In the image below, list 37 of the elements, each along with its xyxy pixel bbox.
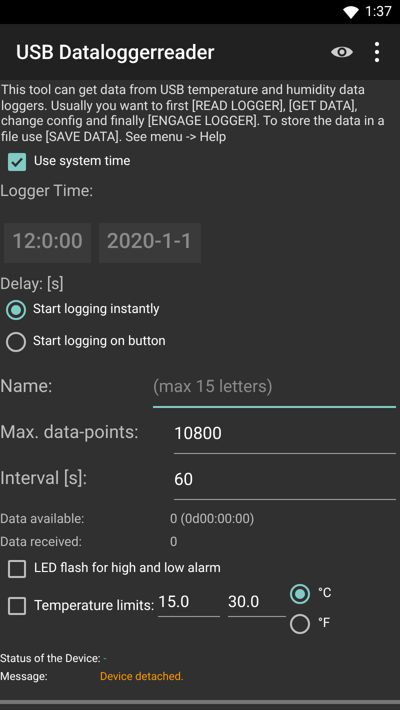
field-label: Max. data-points: [0, 421, 140, 445]
high-limit-field[interactable]: 30.0 [228, 590, 286, 617]
info-label: Data available: [0, 510, 86, 529]
checkbox-label: Temperature limits: [34, 596, 156, 616]
info-value: 0 (0d00:00:00) [170, 510, 254, 529]
text-field[interactable]: 60 [174, 468, 396, 500]
radio-label: Start logging on button [33, 333, 166, 352]
checkbox[interactable] [8, 560, 26, 578]
radio-button[interactable] [6, 300, 26, 320]
checkbox-label: Use system time [34, 153, 130, 172]
clock: 1:37 [365, 2, 392, 22]
text-field[interactable]: 10800 [174, 422, 396, 454]
section-label: Logger Time: [0, 180, 94, 201]
text-field[interactable]: (max 15 letters) [153, 374, 396, 408]
radio-button[interactable] [290, 614, 310, 634]
radio-button[interactable] [6, 332, 26, 352]
radio-label: Start logging instantly [33, 301, 160, 320]
radio-label: °F [318, 615, 330, 634]
section-label: Delay: [s] [0, 273, 65, 294]
checkbox-label: LED flash for high and low alarm [34, 560, 221, 578]
info-value: 0 [170, 534, 178, 552]
checkbox[interactable] [8, 597, 26, 615]
intro-text: This tool can get data from USB temperature and humidity data loggers. Usually you want to first [READ LOGGER], [GET DATA], change config and finally [ENGAGE LOGGER]. To store the data in a file use [SAVE DATA]. See menu -> Help [0, 83, 386, 145]
status-label: Status of the Device: [0, 650, 100, 667]
message-value: Device detached. [100, 668, 184, 685]
field-label: Interval [s]: [0, 467, 88, 491]
status-value: - [103, 650, 107, 667]
checkbox[interactable] [8, 153, 26, 171]
more-options-icon[interactable] [374, 42, 380, 62]
wifi-icon [343, 6, 359, 18]
radio-label: °C [318, 585, 332, 604]
field-label: Name: [0, 375, 54, 399]
radio-button[interactable] [290, 584, 310, 604]
info-label: Data received: [0, 534, 83, 552]
low-limit-field[interactable]: 15.0 [158, 590, 220, 617]
message-label: Message: [0, 668, 48, 685]
app-title: USB Dataloggerreader [16, 39, 216, 66]
